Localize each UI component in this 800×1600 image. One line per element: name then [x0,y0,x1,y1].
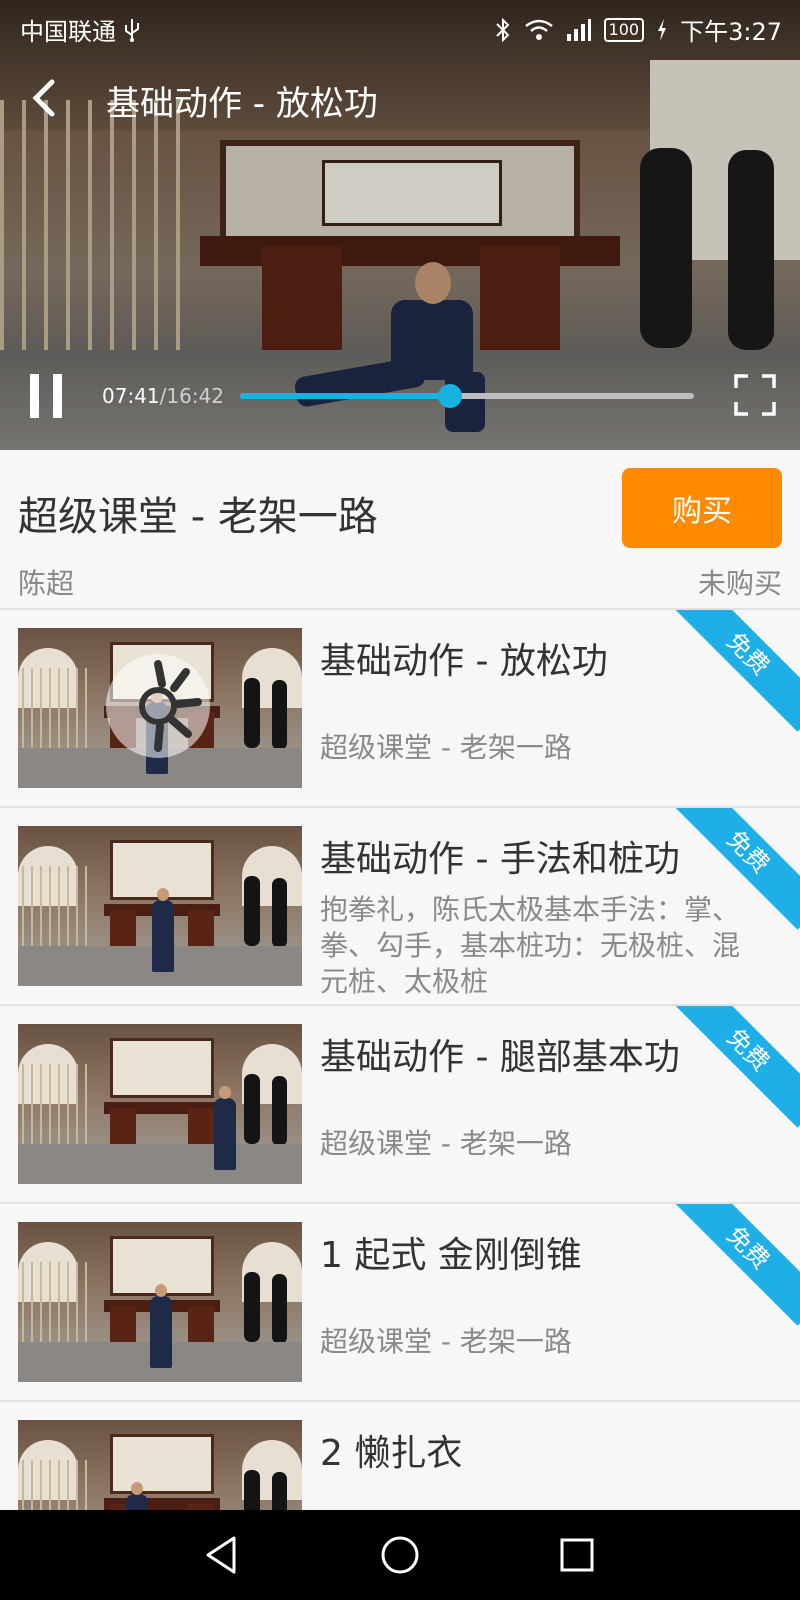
app-screen: 中国联通 100 下午3:27 基础动作 - 放松功 07:41/16:42 超… [0,0,800,1600]
lesson-thumbnail [18,628,302,788]
video-player[interactable]: 中国联通 100 下午3:27 基础动作 - 放松功 07:41/16:42 [0,0,800,450]
free-badge: 免费 [670,1006,800,1128]
now-playing-icon [106,654,210,758]
bluetooth-icon [495,17,509,42]
free-badge: 免费 [670,610,800,732]
buy-button[interactable]: 购买 [622,468,782,548]
usb-icon [125,18,139,42]
lesson-thumbnail [18,826,302,986]
lesson-subtitle: 超级课堂 - 老架一路 [320,731,572,764]
progress-fill [240,393,451,399]
back-triangle-icon[interactable] [198,1530,248,1580]
fullscreen-icon[interactable] [734,374,776,416]
lesson-description: 抱拳礼，陈氏太极基本手法：掌、拳、勾手，基本桩功：无极桩、混元桩、太极桩 [320,893,741,998]
charging-icon [658,18,667,41]
carrier-label: 中国联通 [20,18,116,46]
video-shade [0,0,800,450]
total-time: /16:42 [159,384,225,408]
purchase-status: 未购买 [697,567,782,600]
playback-time: 07:41/16:42 [102,384,224,408]
lesson-subtitle: 超级课堂 - 老架一路 [320,1325,572,1358]
recents-square-icon[interactable] [552,1530,602,1580]
progress-knob[interactable] [438,384,463,408]
pause-icon[interactable] [30,374,62,418]
home-circle-icon[interactable] [375,1530,425,1580]
lesson-title: 2 懒扎衣 [320,1433,463,1474]
lesson-item[interactable]: 2 懒扎衣 [0,1400,800,1510]
author-name: 陈超 [18,567,75,600]
back-arrow-icon[interactable] [28,78,58,118]
lesson-thumbnail [18,1222,302,1382]
lesson-item[interactable]: 基础动作 - 腿部基本功 超级课堂 - 老架一路 免费 [0,1004,800,1202]
course-header: 超级课堂 - 老架一路 购买 陈超 未购买 [0,450,800,608]
status-bar: 中国联通 100 下午3:27 [0,0,800,56]
lesson-item[interactable]: 基础动作 - 放松功 超级课堂 - 老架一路 免费 [0,608,800,806]
current-time: 07:41 [102,384,160,408]
lesson-item[interactable]: 1 起式 金刚倒锥 超级课堂 - 老架一路 免费 [0,1202,800,1400]
lesson-thumbnail [18,1024,302,1184]
free-badge: 免费 [670,1204,800,1326]
lesson-list[interactable]: 基础动作 - 放松功 超级课堂 - 老架一路 免费 基础动作 - 手法和桩功 抱… [0,608,800,1510]
lesson-title: 基础动作 - 手法和桩功 [320,839,680,880]
lesson-title: 1 起式 金刚倒锥 [320,1235,582,1276]
lesson-subtitle: 超级课堂 - 老架一路 [320,1127,572,1160]
lesson-item[interactable]: 基础动作 - 手法和桩功 抱拳礼，陈氏太极基本手法：掌、拳、勾手，基本桩功：无极… [0,806,800,1004]
battery-icon: 100 [603,17,645,42]
progress-bar[interactable] [240,384,694,408]
clock: 下午3:27 [680,18,782,46]
system-navigation-bar [0,1510,800,1600]
wifi-icon [524,19,553,40]
lesson-thumbnail [18,1420,302,1510]
lesson-title: 基础动作 - 腿部基本功 [320,1037,680,1078]
video-title: 基础动作 - 放松功 [106,84,378,124]
signal-icon [566,18,591,41]
course-title: 超级课堂 - 老架一路 [18,494,378,540]
lesson-title: 基础动作 - 放松功 [320,641,608,682]
